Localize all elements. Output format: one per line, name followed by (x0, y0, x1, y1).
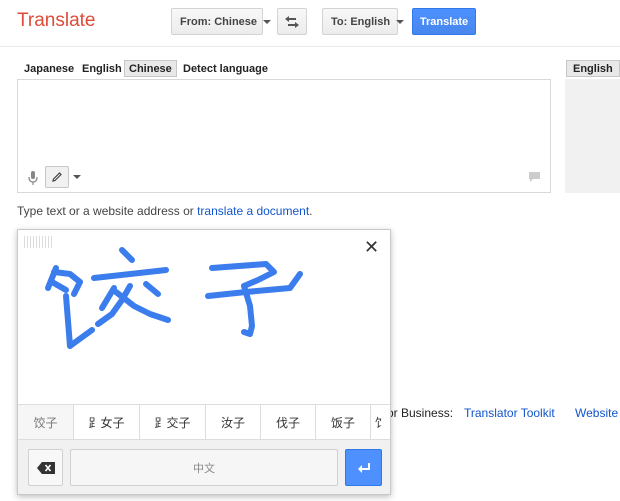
handwriting-controls: 中文 (18, 440, 390, 494)
candidate-item[interactable]: 饭子 (316, 405, 371, 439)
translate-button[interactable]: Translate (412, 8, 476, 35)
source-tab-detect-language[interactable]: Detect language (179, 60, 272, 77)
handwriting-input-button[interactable] (45, 166, 69, 188)
backspace-icon (36, 461, 55, 474)
pencil-icon (52, 172, 62, 182)
swap-languages-button[interactable] (277, 8, 307, 35)
hint-text: Type text or a website address or (17, 204, 198, 218)
swap-arrows-icon (285, 15, 299, 28)
handwriting-panel: ✕ 饺子 ⻊女子 ⻊交子 汝子 伐子 饭子 饣 中文 (17, 229, 391, 495)
drag-handle[interactable] (24, 236, 54, 248)
space-button[interactable]: 中文 (70, 449, 338, 486)
source-tab-english[interactable]: English (78, 60, 126, 77)
feedback-icon[interactable] (528, 171, 541, 183)
chevron-down-icon[interactable] (73, 175, 81, 179)
source-hint: Type text or a website address or transl… (17, 204, 313, 218)
source-text-input[interactable] (17, 79, 551, 193)
translate-document-link[interactable]: translate a document (197, 204, 309, 218)
chevron-down-icon (263, 19, 272, 24)
source-tab-japanese[interactable]: Japanese (20, 60, 78, 77)
backspace-button[interactable] (28, 449, 63, 486)
enter-icon (357, 462, 370, 473)
hint-suffix: . (309, 204, 313, 218)
translator-toolkit-link[interactable]: Translator Toolkit (464, 406, 555, 420)
website-link[interactable]: Website (575, 406, 618, 420)
translation-output (565, 79, 620, 193)
handwriting-canvas[interactable] (18, 230, 390, 402)
to-language-label: To: English (331, 15, 391, 28)
business-label: or Business: (387, 406, 454, 420)
source-tab-chinese[interactable]: Chinese (124, 60, 177, 77)
candidate-item[interactable]: ⻊女子 (74, 405, 140, 439)
candidate-item[interactable]: ⻊交子 (140, 405, 206, 439)
target-tab-english[interactable]: English (566, 60, 620, 77)
chevron-down-icon (396, 19, 405, 24)
close-icon[interactable]: ✕ (364, 238, 379, 256)
candidate-item[interactable]: 伐子 (261, 405, 316, 439)
to-language-button[interactable]: To: English (322, 8, 405, 35)
microphone-icon[interactable] (27, 170, 39, 186)
candidate-item[interactable]: 汝子 (206, 405, 261, 439)
header-divider (0, 46, 620, 47)
app-title: Translate (17, 10, 96, 31)
candidate-list: 饺子 ⻊女子 ⻊交子 汝子 伐子 饭子 饣 (18, 404, 390, 440)
from-language-button[interactable]: From: Chinese (171, 8, 272, 35)
from-language-label: From: Chinese (180, 15, 258, 28)
candidate-item[interactable]: 饺子 (18, 405, 74, 439)
candidate-item[interactable]: 饣 (371, 405, 390, 439)
enter-button[interactable] (345, 449, 382, 486)
